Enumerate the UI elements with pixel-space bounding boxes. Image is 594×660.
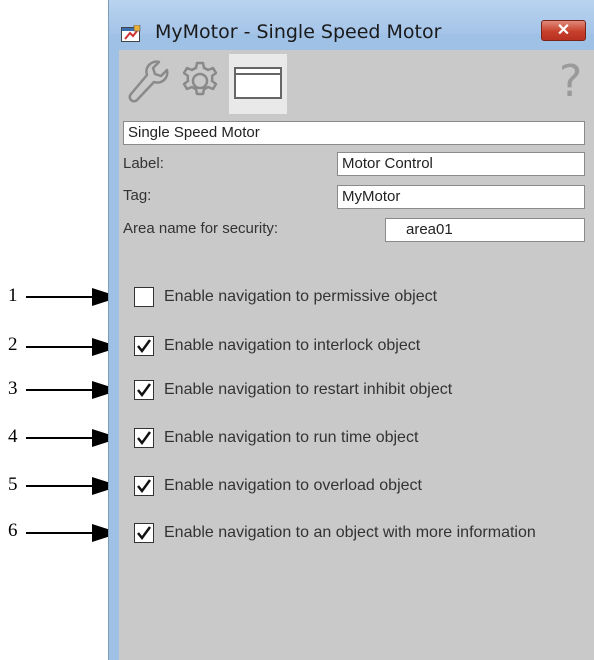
checkmark-icon <box>137 383 152 398</box>
checkbox-label: Enable navigation to an object with more… <box>164 524 536 541</box>
help-icon[interactable]: ? <box>559 56 582 107</box>
callout-line <box>26 532 96 534</box>
checkbox-checked[interactable] <box>134 428 154 448</box>
callout-line <box>26 485 96 487</box>
callout-number: 5 <box>8 474 18 495</box>
title-bar[interactable]: MyMotor - Single Speed Motor ✕ <box>109 0 594 43</box>
tab-engineering[interactable] <box>175 54 225 108</box>
area-field-label: Area name for security: <box>123 220 279 237</box>
checkbox-checked[interactable] <box>134 336 154 356</box>
checkbox-checked[interactable] <box>134 476 154 496</box>
checkmark-icon <box>137 431 152 446</box>
checkbox-label: Enable navigation to overload object <box>164 477 422 494</box>
wrench-icon <box>128 60 169 103</box>
motor-faceplate-icon <box>121 25 141 42</box>
checkbox-checked[interactable] <box>134 380 154 400</box>
faceplate-panel: ? Single Speed Motor Label: Motor Contro… <box>119 50 594 660</box>
display-window-icon <box>234 67 282 99</box>
toolbar: ? <box>119 50 594 114</box>
tag-field[interactable]: MyMotor <box>337 185 585 209</box>
callout-line <box>26 346 96 348</box>
area-field[interactable]: area01 <box>385 218 585 242</box>
checkmark-icon <box>137 526 152 541</box>
close-button[interactable]: ✕ <box>541 20 586 41</box>
tag-field-label: Tag: <box>123 187 152 204</box>
callout-number: 4 <box>8 426 18 447</box>
close-icon: ✕ <box>556 22 571 39</box>
callout-number: 2 <box>8 334 18 355</box>
checkbox-label: Enable navigation to interlock object <box>164 337 421 354</box>
checkbox-unchecked[interactable] <box>134 287 154 307</box>
callout-line <box>26 296 96 298</box>
checkbox-label: Enable navigation to run time object <box>164 429 419 446</box>
callout-number: 6 <box>8 520 18 541</box>
callout-line <box>26 389 96 391</box>
tab-maintenance[interactable] <box>123 54 173 108</box>
checkmark-icon <box>137 339 152 354</box>
gear-icon <box>182 61 218 96</box>
label-field[interactable]: Motor Control <box>337 152 585 176</box>
label-field-label: Label: <box>123 155 164 172</box>
callout-number: 1 <box>8 285 18 306</box>
tab-hmi-configuration[interactable] <box>229 54 287 114</box>
window-title: MyMotor - Single Speed Motor <box>155 21 442 43</box>
callout-number: 3 <box>8 378 18 399</box>
checkbox-label: Enable navigation to permissive object <box>164 288 438 305</box>
checkbox-label: Enable navigation to restart inhibit obj… <box>164 381 453 398</box>
faceplate-window: MyMotor - Single Speed Motor ✕ ? Single … <box>108 0 594 660</box>
callout-line <box>26 437 96 439</box>
checkmark-icon <box>137 479 152 494</box>
checkbox-checked[interactable] <box>134 523 154 543</box>
description-field[interactable]: Single Speed Motor <box>123 121 585 145</box>
